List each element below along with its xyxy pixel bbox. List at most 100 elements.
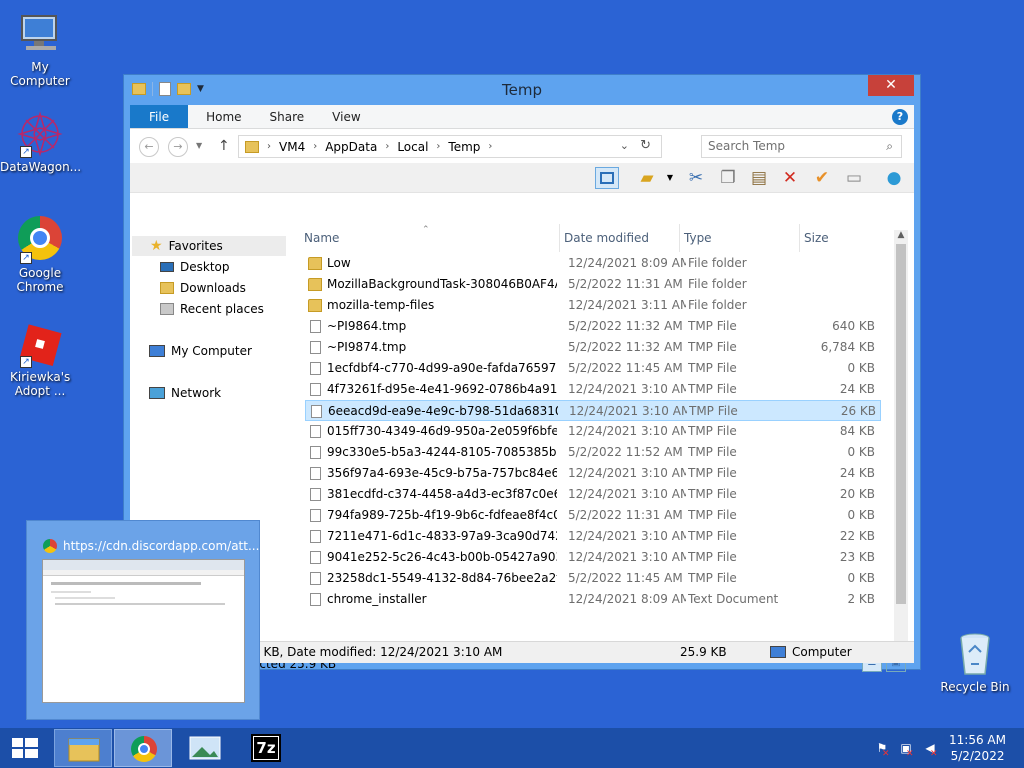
column-header-type[interactable]: Type bbox=[679, 224, 799, 252]
volume-muted-icon[interactable]: ◀ ✕ bbox=[922, 741, 938, 759]
tab-home[interactable]: Home bbox=[192, 105, 255, 128]
desktop-icon-datawagon[interactable]: ↗ DataWagon... bbox=[0, 110, 81, 174]
file-row[interactable]: Low 12/24/2021 8:09 AM File folder bbox=[305, 253, 881, 274]
recent-locations-icon[interactable]: ▼ bbox=[196, 141, 202, 150]
file-row[interactable]: mozilla-temp-files 12/24/2021 3:11 AM File… bbox=[305, 295, 881, 316]
column-header-name[interactable]: Name ⌃ bbox=[300, 224, 558, 252]
file-name: 23258dc1-5549-4132-8d84-76bee2a2f5fd.... bbox=[327, 571, 557, 585]
file-row[interactable]: chrome_installer 12/24/2021 8:09 AM Text D… bbox=[305, 589, 881, 610]
search-placeholder: Search Temp bbox=[708, 139, 786, 153]
network-icon bbox=[149, 387, 165, 399]
file-row[interactable]: 1ecfdbf4-c770-4d99-a90e-fafda7659779.t..… bbox=[305, 358, 881, 379]
file-icon bbox=[310, 593, 321, 606]
tab-view[interactable]: View bbox=[318, 105, 374, 128]
copy-icon[interactable]: ❐ bbox=[716, 167, 740, 189]
breadcrumb-local[interactable]: Local bbox=[397, 140, 428, 154]
file-date: 5/2/2022 11:45 AM bbox=[568, 571, 683, 585]
forward-button[interactable]: → bbox=[168, 137, 188, 157]
column-header-size[interactable]: Size bbox=[799, 224, 879, 252]
file-size: 6,784 KB bbox=[820, 340, 875, 354]
back-button[interactable]: ← bbox=[139, 137, 159, 157]
start-button[interactable] bbox=[0, 729, 50, 767]
chrome-icon: ↗ bbox=[16, 216, 64, 264]
close-button[interactable]: ✕ bbox=[868, 75, 914, 96]
file-row[interactable]: ~PI9864.tmp 5/2/2022 11:32 AM TMP File 640 … bbox=[305, 316, 881, 337]
globe-icon[interactable]: ● bbox=[882, 167, 906, 189]
file-type: Text Document bbox=[688, 592, 779, 606]
nav-item-network[interactable]: Network bbox=[149, 386, 221, 400]
scroll-up-icon[interactable]: ▲ bbox=[894, 230, 908, 240]
paste-icon[interactable]: ▤ bbox=[747, 167, 771, 189]
photos-icon bbox=[189, 736, 221, 760]
file-row[interactable]: 23258dc1-5549-4132-8d84-76bee2a2f5fd....… bbox=[305, 568, 881, 589]
file-row[interactable]: e1fab89c-d9e5-46c0-9ffa-d5c63eb0c9ea.t..… bbox=[305, 610, 881, 611]
address-bar[interactable]: › VM4 › AppData › Local › Temp › ⌄ ↻ bbox=[238, 135, 662, 158]
chevron-down-icon[interactable]: ⌄ bbox=[620, 139, 629, 152]
scrollbar-thumb[interactable] bbox=[896, 244, 906, 604]
help-icon[interactable]: ? bbox=[892, 109, 908, 125]
system-clock[interactable]: 11:56 AM 5/2/2022 bbox=[949, 732, 1006, 764]
nav-item-favorites[interactable]: ★ Favorites bbox=[132, 236, 286, 256]
file-row[interactable]: 9041e252-5c26-4c43-b00b-05427a903759....… bbox=[305, 547, 881, 568]
file-row[interactable]: 015ff730-4349-46d9-950a-2e059f6bfe71.t..… bbox=[305, 421, 881, 442]
file-date: 5/2/2022 11:31 AM bbox=[568, 508, 683, 522]
file-size: 0 KB bbox=[847, 445, 875, 459]
7zip-icon: 7z bbox=[251, 734, 281, 762]
file-row[interactable]: 381ecdfd-c374-4458-a4d3-ec3f87c0e642....… bbox=[305, 484, 881, 505]
vertical-scrollbar[interactable]: ▲ ▼ bbox=[894, 230, 908, 650]
taskbar-photos[interactable] bbox=[176, 729, 234, 767]
file-row[interactable]: MozillaBackgroundTask-308046B0AF4A3... 5/… bbox=[305, 274, 881, 295]
roblox-icon: ↗ bbox=[16, 320, 64, 368]
rename-icon[interactable]: ▭ bbox=[842, 167, 866, 189]
desktop-icon-roblox[interactable]: ↗ Kiriewka's Adopt ... bbox=[0, 320, 80, 398]
file-row[interactable]: 7211e471-6d1c-4833-97a9-3ca90d742f8d....… bbox=[305, 526, 881, 547]
chrome-thumbnail-preview[interactable]: https://cdn.discordapp.com/att... bbox=[26, 520, 260, 720]
tab-file[interactable]: File bbox=[130, 105, 189, 128]
desktop-icon-recycle-bin[interactable]: Recycle Bin bbox=[935, 630, 1015, 694]
file-type: TMP File bbox=[688, 361, 737, 375]
network-tray-icon[interactable]: ▣ ✕ bbox=[898, 741, 914, 759]
file-row[interactable]: ~PI9874.tmp 5/2/2022 11:32 AM TMP File 6,78… bbox=[305, 337, 881, 358]
taskbar-chrome[interactable] bbox=[114, 729, 172, 767]
search-input[interactable]: Search Temp ⌕ bbox=[701, 135, 902, 158]
nav-item-downloads[interactable]: Downloads bbox=[160, 281, 246, 295]
title-bar[interactable]: ▼ Temp ✕ bbox=[124, 75, 920, 105]
column-header-date[interactable]: Date modified bbox=[559, 224, 679, 252]
desktop-icon-my-computer[interactable]: My Computer bbox=[0, 10, 80, 88]
checkmark-icon[interactable]: ✔ bbox=[810, 167, 834, 189]
file-icon bbox=[310, 509, 321, 522]
nav-item-recent-places[interactable]: Recent places bbox=[160, 302, 264, 316]
breadcrumb-vm4[interactable]: VM4 bbox=[279, 140, 305, 154]
preview-pane-icon[interactable] bbox=[595, 167, 619, 189]
file-icon bbox=[310, 383, 321, 396]
file-size: 243 KB bbox=[805, 610, 875, 611]
preview-title-text: https://cdn.discordapp.com/att... bbox=[63, 539, 260, 553]
action-center-flag-icon[interactable]: ⚑ ✕ bbox=[874, 741, 890, 759]
file-row[interactable]: 6eeacd9d-ea9e-4e9c-b798-51da68310a9b... 1… bbox=[305, 400, 881, 421]
file-row[interactable]: 99c330e5-b5a3-4244-8105-7085385b2bb3... 5… bbox=[305, 442, 881, 463]
taskbar-file-explorer[interactable] bbox=[54, 729, 112, 767]
downloads-icon bbox=[160, 282, 174, 294]
file-icon bbox=[310, 488, 321, 501]
tab-share[interactable]: Share bbox=[256, 105, 319, 128]
file-row[interactable]: 356f97a4-693e-45c9-b75a-757bc84e686e....… bbox=[305, 463, 881, 484]
file-row[interactable]: 4f73261f-d95e-4e41-9692-0786b4a9181e.t..… bbox=[305, 379, 881, 400]
file-date: 12/24/2021 3:10 AM bbox=[568, 550, 686, 564]
file-row[interactable]: 794fa989-725b-4f19-9b6c-fdfeae8f4c08.t..… bbox=[305, 505, 881, 526]
chevron-down-icon[interactable]: ▼ bbox=[658, 167, 682, 189]
desktop-icon-google-chrome[interactable]: ↗ Google Chrome bbox=[0, 216, 80, 294]
delete-icon[interactable]: ✕ bbox=[778, 167, 802, 189]
nav-item-my-computer[interactable]: My Computer bbox=[149, 344, 252, 358]
breadcrumb-temp[interactable]: Temp bbox=[448, 140, 480, 154]
up-icon[interactable]: ↑ bbox=[218, 138, 230, 154]
properties-folder-icon[interactable]: ▰ bbox=[635, 167, 659, 189]
taskbar-7zip[interactable]: 7z bbox=[236, 729, 294, 767]
desktop-icon bbox=[160, 262, 174, 272]
sort-up-icon: ⌃ bbox=[422, 225, 430, 235]
breadcrumb-appdata[interactable]: AppData bbox=[325, 140, 377, 154]
cut-icon[interactable]: ✂ bbox=[684, 167, 708, 189]
file-type: TMP File bbox=[688, 424, 737, 438]
refresh-icon[interactable]: ↻ bbox=[640, 138, 651, 153]
nav-item-desktop[interactable]: Desktop bbox=[160, 260, 230, 274]
preview-thumbnail[interactable] bbox=[42, 559, 245, 703]
